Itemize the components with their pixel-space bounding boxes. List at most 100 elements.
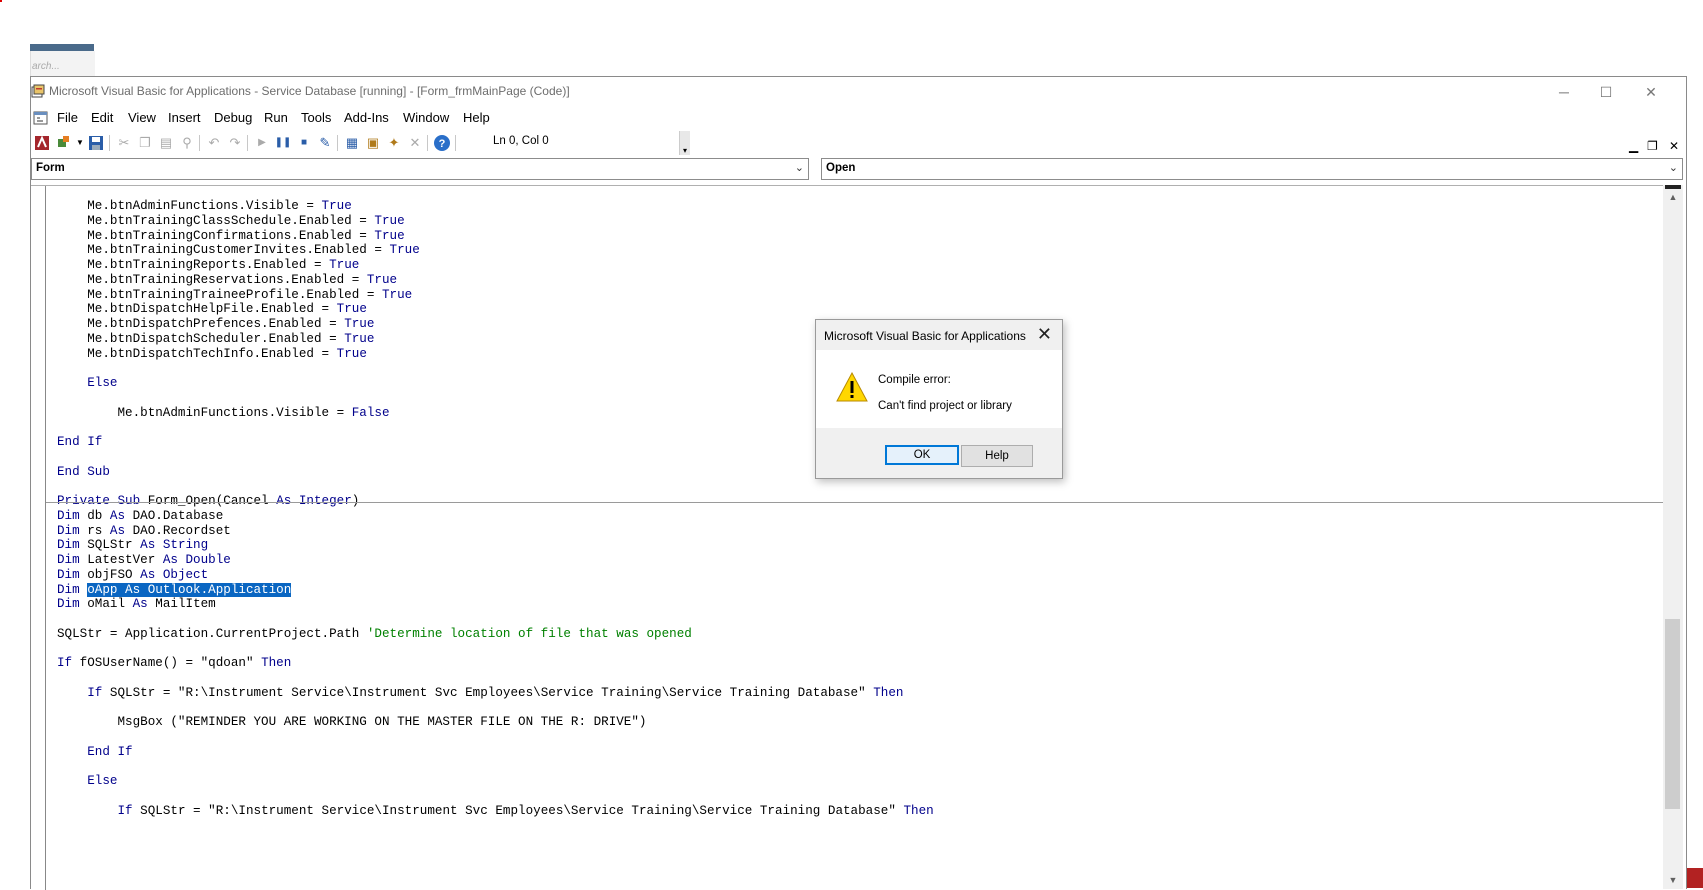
view-access-icon[interactable] <box>33 134 51 152</box>
indent-token <box>57 686 87 700</box>
chevron-down-icon[interactable]: ⌄ <box>1669 161 1678 174</box>
properties-window-icon[interactable]: ▣ <box>364 134 382 152</box>
code-text-token: Me.btnTrainingReservations.Enabled = <box>57 272 367 287</box>
toolbar-options-grip[interactable]: ▾ <box>679 131 690 155</box>
code-line[interactable]: Me.btnAdminFunctions.Visible = True <box>57 198 352 214</box>
menu-edit[interactable]: Edit <box>91 110 113 125</box>
object-combo[interactable]: Form ⌄ <box>31 158 809 180</box>
child-restore-button[interactable]: ❐ <box>1647 139 1658 153</box>
menu-file[interactable]: File <box>57 110 78 125</box>
code-line[interactable]: Private Sub Form_Open(Cancel As Integer) <box>57 493 359 509</box>
margin-indicator-bar[interactable] <box>31 186 46 890</box>
dialog-close-button[interactable]: ✕ <box>1037 324 1052 345</box>
code-line[interactable]: Me.btnDispatchPrefences.Enabled = True <box>57 316 374 332</box>
child-minimize-button[interactable]: ▁ <box>1629 139 1638 153</box>
keyword-token: Then <box>903 803 934 818</box>
code-line[interactable]: Me.btnTrainingConfirmations.Enabled = Tr… <box>57 228 404 244</box>
keyword-token: As <box>109 508 126 523</box>
code-line[interactable]: Me.btnTrainingReservations.Enabled = Tru… <box>57 272 397 288</box>
toolbar-separator <box>109 135 110 151</box>
split-bar[interactable] <box>1665 185 1681 189</box>
save-icon[interactable] <box>87 134 105 152</box>
code-line[interactable]: Me.btnAdminFunctions.Visible = False <box>57 405 389 421</box>
help-icon[interactable]: ? <box>433 134 451 152</box>
child-close-button[interactable]: ✕ <box>1669 139 1679 153</box>
procedure-combo[interactable]: Open ⌄ <box>821 158 1683 180</box>
code-line[interactable]: Dim db As DAO.Database <box>57 508 223 524</box>
design-mode-icon[interactable]: ✎ <box>316 134 334 152</box>
menu-debug[interactable]: Debug <box>214 110 252 125</box>
code-line[interactable]: Me.btnTrainingTraineeProfile.Enabled = T… <box>57 287 412 303</box>
help-button[interactable]: Help <box>961 445 1033 467</box>
code-line[interactable]: Dim SQLStr As String <box>57 537 208 553</box>
code-line[interactable]: Me.btnDispatchScheduler.Enabled = True <box>57 331 374 347</box>
code-text-token: Me.btnTrainingTraineeProfile.Enabled = <box>57 287 382 302</box>
vertical-scrollbar[interactable]: ▲ ▼ <box>1663 185 1683 889</box>
chevron-down-icon[interactable]: ⌄ <box>795 161 804 174</box>
code-window-icon[interactable] <box>33 110 49 126</box>
code-editor[interactable]: Me.btnAdminFunctions.Visible = True Me.b… <box>31 185 1663 890</box>
code-line[interactable]: Dim rs As DAO.Recordset <box>57 523 231 539</box>
keyword-token: If <box>57 656 73 671</box>
menu-add-ins[interactable]: Add-Ins <box>344 110 389 125</box>
project-explorer-icon[interactable]: ▦ <box>343 134 361 152</box>
reset-icon[interactable]: ■ <box>295 134 313 152</box>
menu-window[interactable]: Window <box>403 110 449 125</box>
run-icon[interactable]: ▶ <box>253 134 271 152</box>
minimize-button[interactable]: ─ <box>1544 81 1584 103</box>
maximize-button[interactable]: ☐ <box>1586 81 1626 103</box>
code-line[interactable]: Dim oApp As Outlook.Application <box>57 582 292 598</box>
toolbox-icon[interactable]: ✕ <box>406 134 424 152</box>
scroll-up-icon[interactable]: ▲ <box>1663 189 1683 206</box>
keyword-token: True <box>374 213 405 228</box>
procedure-separator <box>46 502 1663 503</box>
ok-button[interactable]: OK <box>885 445 959 465</box>
code-line[interactable]: SQLStr = Application.CurrentProject.Path… <box>57 626 692 642</box>
cursor-position-status: Ln 0, Col 0 <box>493 135 549 147</box>
paste-icon[interactable]: ▤ <box>157 134 175 152</box>
code-text-token: Me.btnAdminFunctions.Visible = <box>57 199 322 213</box>
find-icon[interactable]: ⚲ <box>178 134 196 152</box>
code-line[interactable]: Me.btnTrainingReports.Enabled = True <box>57 257 359 273</box>
title-bar[interactable]: Microsoft Visual Basic for Applications … <box>31 77 1686 107</box>
object-browser-icon[interactable]: ✦ <box>385 134 403 152</box>
menu-insert[interactable]: Insert <box>168 110 201 125</box>
code-line[interactable]: End If <box>57 434 102 450</box>
code-text[interactable]: Me.btnAdminFunctions.Visible = True Me.b… <box>57 186 1663 890</box>
undo-icon[interactable]: ↶ <box>205 134 223 152</box>
code-line[interactable]: Me.btnTrainingClassSchedule.Enabled = Tr… <box>57 213 405 229</box>
menu-tools[interactable]: Tools <box>301 110 331 125</box>
keyword-token: End If <box>57 435 103 449</box>
code-line[interactable]: Dim objFSO As Object <box>57 567 208 583</box>
code-line[interactable]: Me.btnDispatchTechInfo.Enabled = True <box>57 346 367 362</box>
menu-run[interactable]: Run <box>264 110 288 125</box>
keyword-token: True <box>321 199 352 213</box>
scroll-thumb[interactable] <box>1665 619 1680 809</box>
code-line[interactable]: Dim LatestVer As Double <box>57 552 231 568</box>
code-line[interactable]: Dim oMail As MailItem <box>57 596 216 612</box>
toolbar-separator <box>455 135 456 151</box>
code-line[interactable]: Else <box>57 375 117 391</box>
close-button[interactable]: ✕ <box>1631 81 1671 103</box>
code-line[interactable]: Me.btnDispatchHelpFile.Enabled = True <box>57 301 367 317</box>
break-icon[interactable]: ❚❚ <box>274 134 292 152</box>
code-line[interactable]: End Sub <box>57 464 110 480</box>
keyword-token: Else <box>87 376 118 390</box>
code-line[interactable]: If SQLStr = "R:\Instrument Service\Instr… <box>57 685 903 701</box>
code-line[interactable]: Else <box>57 773 117 789</box>
code-line[interactable]: End If <box>57 744 132 760</box>
menu-view[interactable]: View <box>128 110 156 125</box>
code-line[interactable]: Me.btnTrainingCustomerInvites.Enabled = … <box>57 242 420 258</box>
code-line[interactable]: MsgBox ("REMINDER YOU ARE WORKING ON THE… <box>57 714 646 730</box>
copy-icon[interactable]: ❐ <box>136 134 154 152</box>
menu-help[interactable]: Help <box>463 110 490 125</box>
code-line[interactable]: If fOSUserName() = "qdoan" Then <box>57 655 291 671</box>
code-text-token: objFSO <box>79 567 141 582</box>
cut-icon[interactable]: ✂ <box>115 134 133 152</box>
redo-icon[interactable]: ↷ <box>226 134 244 152</box>
selected-text: oApp As Outlook.Application <box>87 582 292 597</box>
background-search-box[interactable]: arch... <box>30 51 95 76</box>
code-text-token: Me.btnDispatchHelpFile.Enabled = <box>57 302 337 317</box>
scroll-down-icon[interactable]: ▼ <box>1663 872 1683 889</box>
code-line[interactable]: If SQLStr = "R:\Instrument Service\Instr… <box>57 803 934 819</box>
